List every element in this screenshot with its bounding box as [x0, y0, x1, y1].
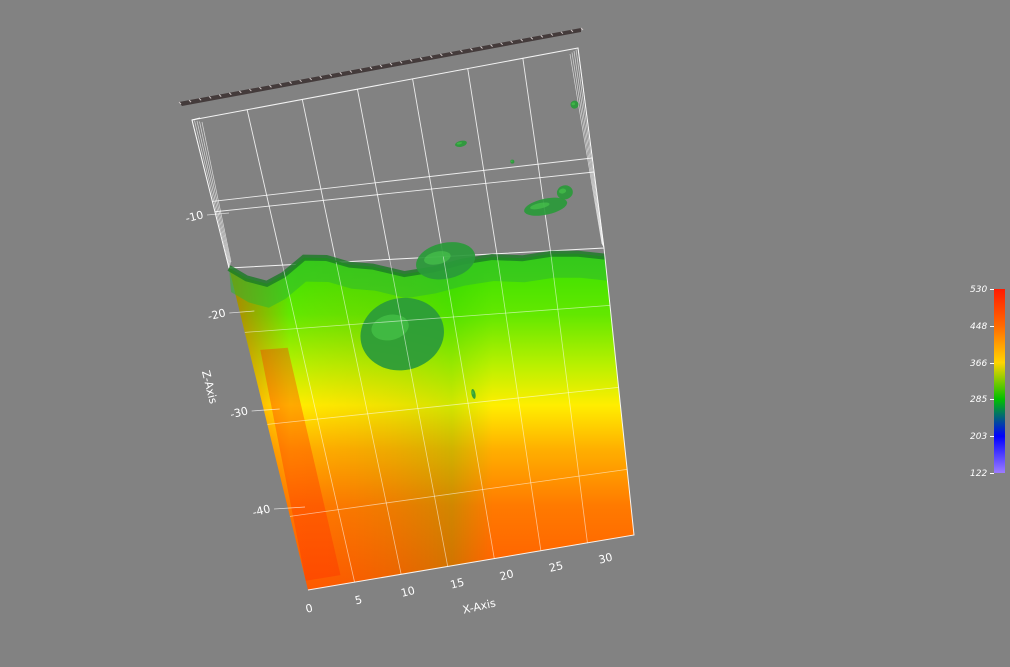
box-top-rim [178, 27, 584, 106]
side-wall-line [577, 47, 605, 249]
colorbar-gradient [994, 289, 1005, 473]
plot-viewport[interactable]: 0 5 10 15 20 25 30 -10 -20 -30 -40 X-Axis Z-Axis [0, 0, 1010, 667]
x-tick-label: 5 [354, 593, 364, 607]
back-grid-line [246, 109, 284, 266]
side-wall-line [194, 120, 230, 267]
side-wall-line [199, 121, 231, 264]
colorbar-tick-label: 530 [970, 285, 988, 295]
colorbar-tick-mark [990, 473, 994, 474]
back-grid-line [356, 89, 391, 260]
z-axis-title: Z-Axis [199, 369, 220, 405]
colorbar-tick-label: 366 [970, 358, 988, 369]
x-tick-label: 15 [449, 576, 466, 592]
colorbar-legend: 530 448 366 285 203 122 [970, 285, 1010, 479]
z-tick-label: -20 [206, 306, 227, 323]
side-wall-line [573, 50, 604, 247]
colorbar-tick-label: 122 [970, 469, 988, 479]
bounding-box-wireframe [191, 47, 605, 269]
side-wall-line [201, 121, 232, 263]
side-wall-line [191, 119, 230, 269]
colorbar-tick-mark [990, 325, 994, 327]
box-back-face [191, 47, 605, 269]
x-tick-label: 10 [400, 584, 417, 600]
back-grid-line [522, 58, 551, 251]
side-wall-line [571, 52, 603, 246]
colorbar-tick-label: 203 [970, 432, 988, 443]
z-tick-label: -10 [184, 208, 205, 225]
back-grid-line [467, 68, 498, 254]
x-tick-label: 25 [548, 559, 565, 575]
back-grid-line [412, 78, 444, 257]
colorbar-tick-mark [990, 362, 994, 364]
colorbar-tick-label: 285 [970, 395, 988, 406]
z-tick-label: -40 [251, 502, 272, 519]
back-grid-line [212, 157, 593, 202]
x-tick-label: 0 [304, 601, 314, 615]
x-tick-label: 20 [498, 567, 515, 583]
colorbar-tick-mark [990, 289, 994, 290]
side-wall-line [575, 49, 604, 248]
side-wall-line [196, 120, 231, 266]
colorbar-tick-mark [990, 399, 994, 401]
top-rim-tick [580, 27, 584, 31]
side-wall-line [569, 53, 603, 245]
colorbar-tick-mark [990, 436, 994, 438]
colorbar-tick-label: 448 [970, 321, 988, 332]
x-tick-label: 30 [597, 551, 614, 567]
z-tick-label: -30 [229, 404, 250, 421]
back-grid-line [301, 99, 337, 263]
x-axis-title: X-Axis [461, 596, 497, 616]
